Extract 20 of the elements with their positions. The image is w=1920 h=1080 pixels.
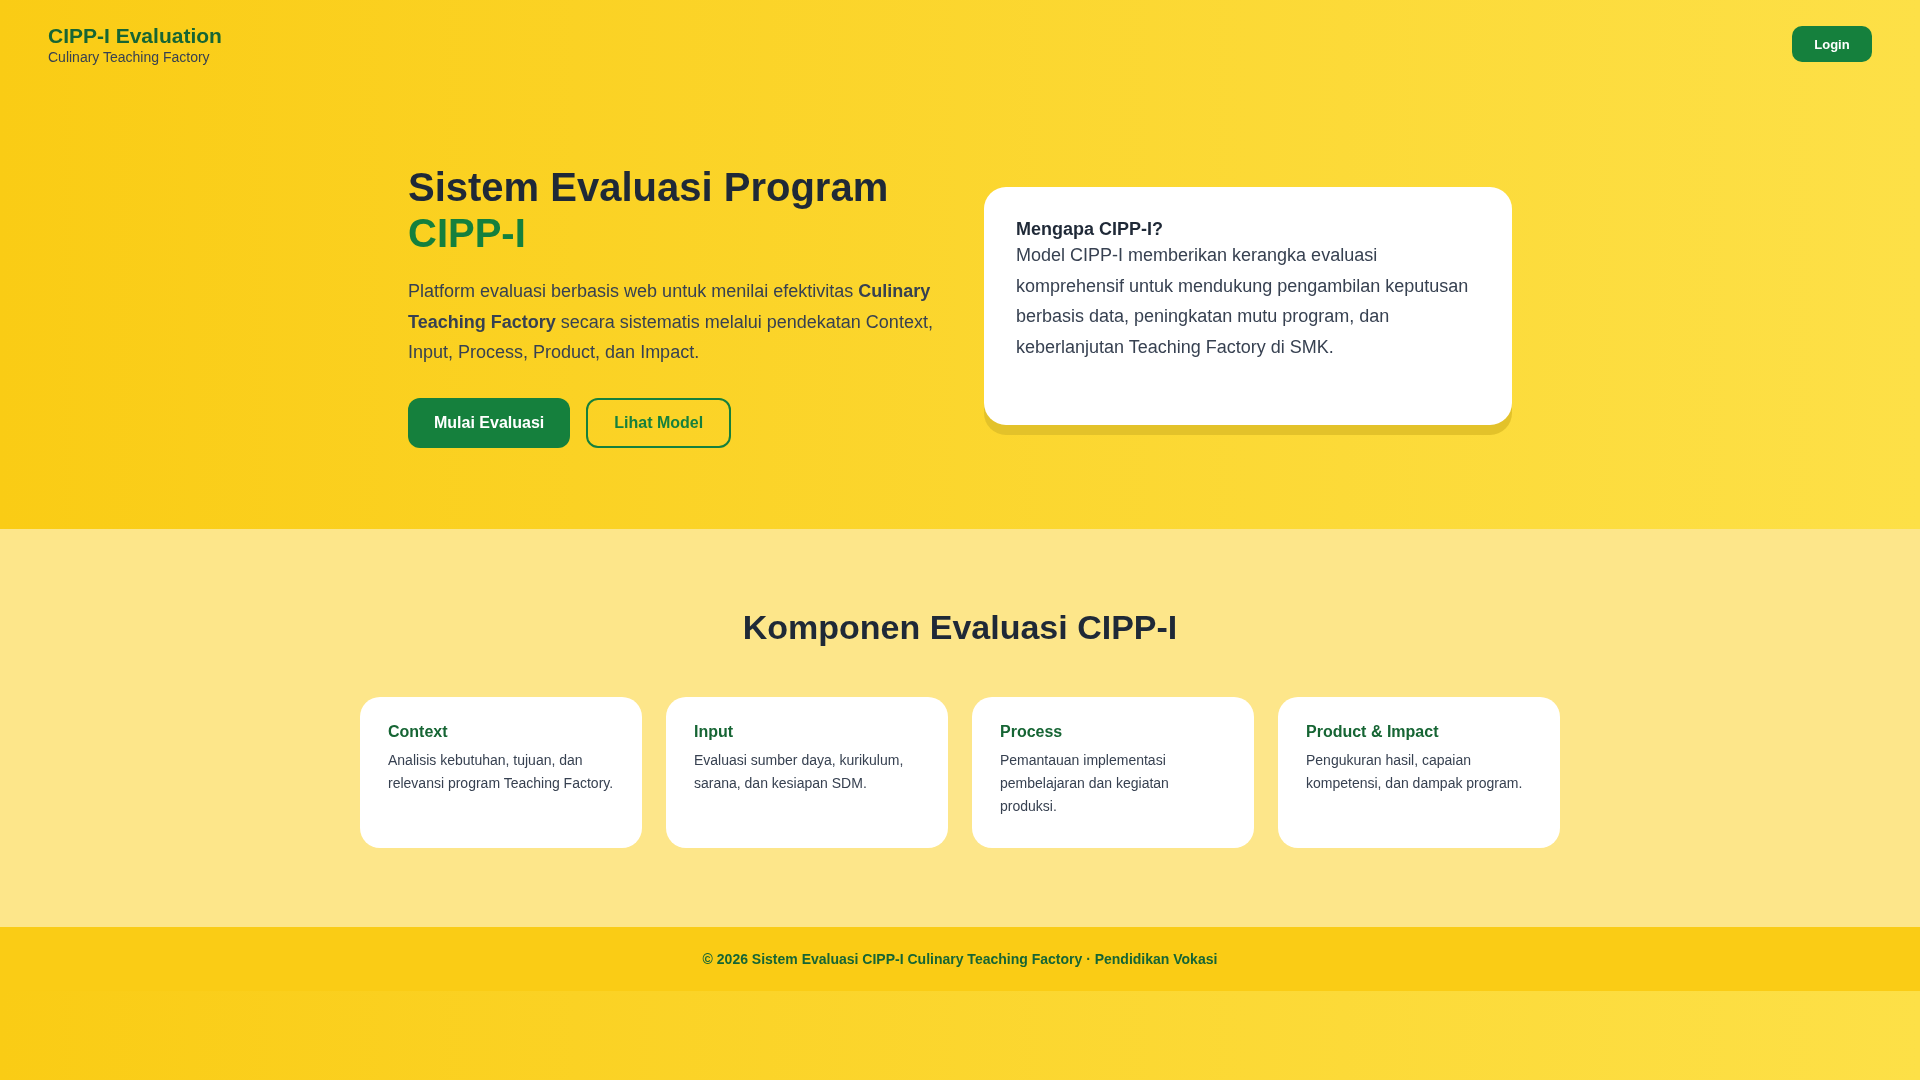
start-evaluation-button[interactable]: Mulai Evaluasi: [408, 397, 571, 448]
brand-title: CIPP-I Evaluation: [48, 23, 222, 48]
footer-text: © 2026 Sistem Evaluasi CIPP-I Culinary Teaching Factory · Pendidikan Vokasi: [702, 951, 1218, 967]
login-button[interactable]: Login: [1792, 26, 1872, 62]
hero-description: Platform evaluasi berbasis web untuk menilai efektivitas Culinary Teaching Factory secara sistematis melalui pendekatan Context, Input, Process, Product, dan Impact.: [408, 280, 934, 364]
hero-title: Sistem Evaluasi Program: [408, 164, 890, 210]
card-text: Pemantauan implementasi pembelajaran dan kegiatan produksi.: [1000, 751, 1170, 816]
card-text: Evaluasi sumber daya, kurikulum, sarana, dan kesiapan SDM.: [694, 751, 905, 793]
section-heading: Komponen Evaluasi CIPP-I: [741, 607, 1179, 647]
card-title: Product & Impact: [1306, 723, 1440, 741]
info-card-title: Mengapa CIPP-I?: [1016, 219, 1164, 240]
brand-subtitle: Culinary Teaching Factory: [48, 48, 211, 65]
view-model-button[interactable]: Lihat Model: [586, 397, 732, 448]
card-title: Process: [1000, 723, 1064, 741]
info-card-text: Model CIPP-I memberikan kerangka evaluasi komprehensif untuk mendukung pengambilan keputusan berbasis data, peningkatan mutu program, dan keberlanjutan Teaching Factory di SMK.: [1016, 244, 1470, 359]
card-text: Analisis kebutuhan, tujuan, dan relevansi program Teaching Factory.: [388, 751, 614, 793]
card-title: Context: [388, 723, 449, 741]
card-title: Input: [694, 723, 735, 741]
card-text: Pengukuran hasil, capaian kompetensi, dan dampak program.: [1306, 751, 1524, 793]
hero-title-highlight: CIPP-I: [408, 210, 527, 256]
